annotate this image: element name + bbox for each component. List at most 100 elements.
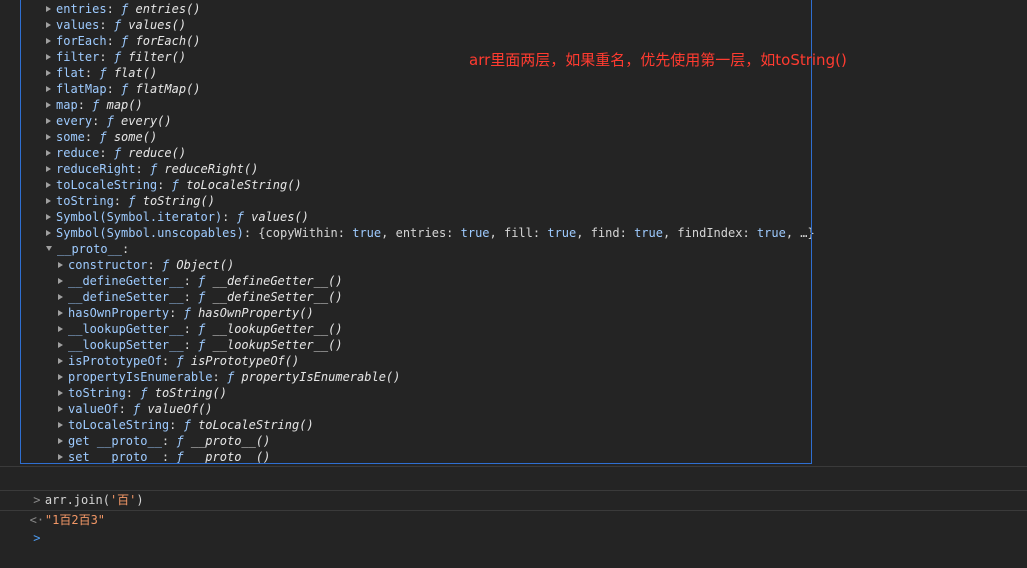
- property-key: entries: [56, 2, 107, 16]
- property-key: isPrototypeOf: [68, 354, 162, 368]
- expand-arrow-icon[interactable]: [58, 390, 63, 396]
- tree-row[interactable]: toString: ƒ toString(): [58, 385, 227, 401]
- tree-row-unscopables[interactable]: Symbol(Symbol.unscopables): {copyWithin:…: [46, 225, 815, 241]
- expand-arrow-icon[interactable]: [46, 102, 51, 108]
- tree-row[interactable]: some: ƒ some(): [46, 129, 157, 145]
- expand-arrow-icon[interactable]: [58, 374, 63, 380]
- tree-row[interactable]: valueOf: ƒ valueOf(): [58, 401, 213, 417]
- property-key: valueOf: [68, 402, 119, 416]
- function-icon: ƒ: [99, 66, 107, 80]
- colon: :: [161, 354, 177, 368]
- tree-row[interactable]: flatMap: ƒ flatMap(): [46, 81, 201, 97]
- colon: :: [243, 226, 259, 240]
- colon: :: [92, 114, 107, 128]
- colon: :: [337, 226, 353, 240]
- expand-arrow-icon[interactable]: [46, 182, 51, 188]
- function-value: __proto__(): [190, 434, 271, 448]
- tree-row[interactable]: hasOwnProperty: ƒ hasOwnProperty(): [58, 305, 314, 321]
- function-value: every(): [121, 114, 172, 128]
- function-icon: ƒ: [99, 130, 107, 144]
- expand-arrow-icon[interactable]: [46, 22, 51, 28]
- expand-arrow-icon[interactable]: [58, 438, 63, 444]
- property-key: __lookupSetter__: [68, 338, 184, 352]
- collapse-arrow-icon[interactable]: [46, 246, 52, 251]
- property-key: toLocaleString: [56, 178, 158, 192]
- colon: :: [169, 306, 184, 320]
- expand-arrow-icon[interactable]: [46, 230, 51, 236]
- tree-row[interactable]: toLocaleString: ƒ toLocaleString(): [58, 417, 314, 433]
- tree-row[interactable]: get __proto__: ƒ __proto__(): [58, 433, 270, 449]
- tree-row[interactable]: set __proto__: ƒ __proto__(): [58, 449, 270, 465]
- expand-arrow-icon[interactable]: [46, 134, 51, 140]
- function-value: toString(): [154, 386, 227, 400]
- tree-row[interactable]: __lookupSetter__: ƒ __lookupSetter__(): [58, 337, 343, 353]
- expand-arrow-icon[interactable]: [46, 86, 51, 92]
- comma: ,: [662, 226, 678, 240]
- expand-arrow-icon[interactable]: [58, 262, 63, 268]
- function-value: isPrototypeOf(): [190, 354, 300, 368]
- function-icon: ƒ: [236, 210, 244, 224]
- tree-row[interactable]: __defineSetter__: ƒ __defineSetter__(): [58, 289, 343, 305]
- expand-arrow-icon[interactable]: [58, 342, 63, 348]
- tree-row[interactable]: toString: ƒ toString(): [46, 193, 215, 209]
- expand-arrow-icon[interactable]: [46, 214, 51, 220]
- tree-row[interactable]: reduce: ƒ reduce(): [46, 145, 186, 161]
- expand-arrow-icon[interactable]: [46, 6, 51, 12]
- colon: :: [161, 434, 177, 448]
- expand-arrow-icon[interactable]: [58, 326, 63, 332]
- function-value: map(): [106, 98, 143, 112]
- command-entry[interactable]: > arr.join('百'): [0, 470, 1027, 507]
- entry-value: true: [460, 226, 490, 240]
- tree-row-proto[interactable]: __proto__:: [46, 241, 129, 257]
- console-input[interactable]: >: [0, 508, 1027, 545]
- function-value: __defineSetter__(): [212, 290, 343, 304]
- expand-arrow-icon[interactable]: [46, 150, 51, 156]
- expand-arrow-icon[interactable]: [46, 70, 51, 76]
- property-key: filter: [56, 50, 100, 64]
- expand-arrow-icon[interactable]: [46, 118, 51, 124]
- tree-row[interactable]: map: ƒ map(): [46, 97, 143, 113]
- function-icon: ƒ: [183, 418, 191, 432]
- expand-arrow-icon[interactable]: [58, 406, 63, 412]
- expand-arrow-icon[interactable]: [46, 198, 51, 204]
- tree-row[interactable]: __defineGetter__: ƒ __defineGetter__(): [58, 273, 343, 289]
- expand-arrow-icon[interactable]: [58, 422, 63, 428]
- tree-row[interactable]: Symbol(Symbol.iterator): ƒ values(): [46, 209, 309, 225]
- function-value: some(): [113, 130, 158, 144]
- result-entry[interactable]: <·"1百2百3": [0, 490, 1027, 527]
- tree-row[interactable]: every: ƒ every(): [46, 113, 172, 129]
- property-key: toLocaleString: [68, 418, 170, 432]
- colon: :: [183, 290, 199, 304]
- expand-arrow-icon[interactable]: [58, 278, 63, 284]
- property-key: __lookupGetter__: [68, 322, 184, 336]
- property-key: constructor: [68, 258, 148, 272]
- tree-row[interactable]: constructor: ƒ Object(): [58, 257, 234, 273]
- function-icon: ƒ: [176, 354, 184, 368]
- tree-row[interactable]: __lookupGetter__: ƒ __lookupGetter__(): [58, 321, 343, 337]
- expand-arrow-icon[interactable]: [58, 294, 63, 300]
- expand-arrow-icon[interactable]: [46, 38, 51, 44]
- tree-row[interactable]: entries: ƒ entries(): [46, 1, 201, 17]
- tree-row[interactable]: reduceRight: ƒ reduceRight(): [46, 161, 258, 177]
- expand-arrow-icon[interactable]: [58, 454, 63, 460]
- function-value: valueOf(): [147, 402, 213, 416]
- expand-arrow-icon[interactable]: [46, 54, 51, 60]
- tree-row[interactable]: propertyIsEnumerable: ƒ propertyIsEnumer…: [58, 369, 400, 385]
- tree-row[interactable]: forEach: ƒ forEach(): [46, 33, 201, 49]
- expand-arrow-icon[interactable]: [46, 166, 51, 172]
- tree-row[interactable]: flat: ƒ flat(): [46, 65, 157, 81]
- tree-row[interactable]: isPrototypeOf: ƒ isPrototypeOf(): [58, 353, 299, 369]
- colon: :: [135, 162, 150, 176]
- tree-row[interactable]: values: ƒ values(): [46, 17, 186, 33]
- comma: ,: [489, 226, 504, 240]
- expand-arrow-icon[interactable]: [58, 358, 63, 364]
- tree-row[interactable]: filter: ƒ filter(): [46, 49, 186, 65]
- tree-row[interactable]: toLocaleString: ƒ toLocaleString(): [46, 177, 302, 193]
- function-icon: ƒ: [176, 450, 184, 464]
- expand-arrow-icon[interactable]: [58, 310, 63, 316]
